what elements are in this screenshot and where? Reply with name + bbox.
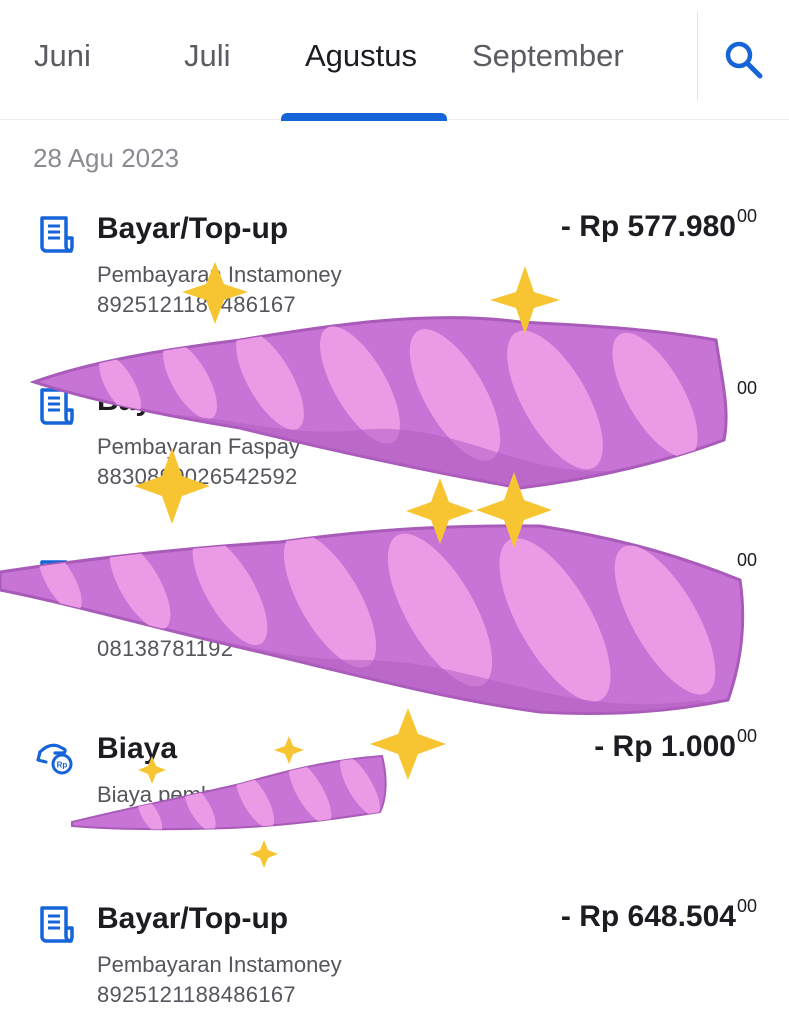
transaction-amount: 00 [736,378,757,398]
search-button[interactable] [718,34,768,84]
receipt-icon [40,560,74,597]
transaction-item[interactable]: Bayar/Top-up - Rp 577.98000 Pembayaran I… [0,206,789,346]
month-tabs: Juni Juli Agustus September [0,0,789,121]
transaction-reference: 8925121188486167 [97,292,296,317]
transaction-item[interactable]: Bayar/Top-up 00 Pembayaran Faspay 883089… [0,378,789,518]
transaction-title: Bayar/Top-up [97,556,289,589]
transaction-item[interactable]: Rp Biaya - Rp 1.00000 Biaya pembayaran c… [0,726,789,866]
transaction-amount: - Rp 648.50400 [560,896,757,933]
transaction-description: Biaya pembayaran customer [97,782,378,807]
transaction-amount: - Rp 577.98000 [560,206,757,243]
transaction-amount: 00 [736,550,757,570]
tab-juli[interactable]: Juli [184,38,231,74]
receipt-icon [40,906,74,943]
date-header: 28 Agu 2023 [33,143,180,173]
transaction-amount: - Rp 1.00000 [594,726,757,763]
transaction-description: Pembayaran Instamoney [97,952,342,977]
tab-divider [697,12,698,100]
transaction-title: Bayar/Top-up [97,212,289,245]
tab-agustus[interactable]: Agustus [305,38,417,74]
search-icon [725,41,763,79]
transaction-item[interactable]: Bayar/Top-up - Rp 648.50400 Pembayaran I… [0,896,789,1024]
tab-juni[interactable]: Juni [34,38,91,74]
transaction-title: Bayar/Top-up [97,902,289,935]
transaction-description: Pembayaran Instamoney [97,262,342,287]
receipt-icon [40,216,74,253]
receipt-icon [40,388,74,425]
transaction-item[interactable]: Bayar/Top-up 00 08138781192 [0,550,789,690]
transaction-title: Biaya [97,732,178,765]
transaction-title: Bayar/Top-up [97,384,289,417]
active-tab-indicator [281,113,447,121]
transaction-description: Pembayaran Faspay [97,434,300,459]
tab-september[interactable]: September [472,38,624,74]
svg-text:Rp: Rp [57,761,68,770]
fee-icon: Rp [36,743,73,775]
transaction-reference: 8830890026542592 [97,464,298,489]
transaction-reference: 8925121188486167 [97,982,296,1007]
transaction-reference: 08138781192 [97,636,234,661]
